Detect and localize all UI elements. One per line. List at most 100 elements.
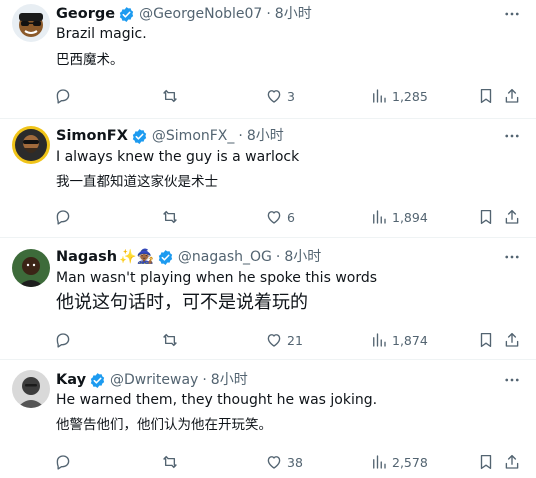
repost-button[interactable] [161, 207, 183, 227]
tweet-header: SimonFX @SimonFX_ · 8小时 [56, 126, 284, 146]
timestamp[interactable]: 8小时 [275, 4, 312, 24]
bookmark-icon [480, 88, 492, 104]
like-button[interactable]: 6 [265, 207, 295, 227]
tweet-text: Man wasn't playing when he spoke this wo… [56, 270, 378, 286]
like-count: 21 [287, 332, 303, 348]
view-count: 1,285 [392, 88, 428, 104]
tweet-george[interactable]: George @GeorgeNoble07 · 8小时 Brazil magic… [0, 0, 536, 118]
share-button[interactable] [503, 207, 521, 227]
like-icon [267, 334, 281, 347]
more-icon [505, 12, 519, 16]
share-icon [505, 209, 519, 224]
share-icon [505, 88, 519, 103]
user-handle[interactable]: @GeorgeNoble07 [139, 4, 262, 24]
bookmark-button[interactable] [477, 452, 495, 472]
tweet-header: Kay @Dwriteway · 8小时 [56, 370, 248, 390]
tweet-kay[interactable]: Kay @Dwriteway · 8小时 He warned them, the… [0, 360, 536, 478]
bookmark-button[interactable] [477, 330, 495, 350]
like-count: 38 [287, 454, 303, 470]
reply-button[interactable] [54, 330, 76, 350]
tweet-text: He warned them, they thought he was joki… [56, 392, 378, 408]
user-handle[interactable]: @Dwriteway [110, 370, 198, 390]
repost-icon [163, 333, 177, 347]
more-icon [505, 255, 519, 259]
more-options-button[interactable] [502, 247, 522, 267]
user-handle[interactable]: @SimonFX_ [152, 126, 235, 146]
reply-button[interactable] [54, 207, 76, 227]
avatar[interactable] [12, 370, 50, 408]
timestamp[interactable]: 8小时 [247, 126, 284, 146]
user-handle[interactable]: @nagash_OG [178, 247, 272, 267]
repost-button[interactable] [161, 86, 183, 106]
reply-icon [56, 89, 70, 104]
reply-icon [56, 455, 70, 470]
views-button[interactable]: 1,874 [370, 330, 428, 350]
more-options-button[interactable] [502, 370, 522, 390]
bookmark-button[interactable] [477, 86, 495, 106]
reply-button[interactable] [54, 452, 76, 472]
tweet-header: George @GeorgeNoble07 · 8小时 [56, 4, 312, 24]
separator-dot: · [202, 372, 207, 388]
more-icon [505, 378, 519, 382]
view-count: 1,874 [392, 332, 428, 348]
views-button[interactable]: 1,894 [370, 207, 428, 227]
reply-button[interactable] [54, 86, 76, 106]
translated-text: 巴西魔术。 [56, 52, 124, 68]
avatar[interactable] [12, 126, 50, 164]
tweet-text: Brazil magic. [56, 26, 147, 42]
avatar[interactable] [12, 4, 50, 42]
avatar[interactable] [12, 249, 50, 287]
more-options-button[interactable] [502, 4, 522, 24]
translated-text: 我一直都知道这家伙是术士 [56, 174, 218, 190]
like-count: 6 [287, 209, 295, 225]
share-button[interactable] [503, 86, 521, 106]
translated-text: 他警告他们，他们认为他在开玩笑。 [56, 417, 272, 433]
display-name[interactable]: SimonFX [56, 126, 128, 146]
repost-icon [163, 210, 177, 224]
display-name[interactable]: Kay [56, 370, 86, 390]
views-icon [373, 333, 386, 347]
verified-badge-icon [158, 249, 173, 265]
share-button[interactable] [503, 330, 521, 350]
share-icon [505, 454, 519, 469]
repost-button[interactable] [161, 452, 183, 472]
view-count: 2,578 [392, 454, 428, 470]
repost-button[interactable] [161, 330, 183, 350]
like-button[interactable]: 3 [265, 86, 295, 106]
more-options-button[interactable] [502, 126, 522, 146]
like-count: 3 [287, 88, 295, 104]
display-name[interactable]: George [56, 4, 115, 24]
timestamp[interactable]: 8小时 [211, 370, 248, 390]
views-icon [373, 210, 386, 224]
more-icon [505, 134, 519, 138]
share-icon [505, 332, 519, 347]
like-icon [267, 211, 281, 224]
timestamp[interactable]: 8小时 [284, 247, 321, 267]
like-button[interactable]: 21 [265, 330, 303, 350]
tweet-simonfx[interactable]: SimonFX @SimonFX_ · 8小时 I always knew th… [0, 119, 536, 237]
bookmark-icon [480, 332, 492, 348]
tweet-header: Nagash ✨🧙🏾 @nagash_OG · 8小时 [56, 247, 321, 267]
share-button[interactable] [503, 452, 521, 472]
tweet-nagash[interactable]: Nagash ✨🧙🏾 @nagash_OG · 8小时 Man wasn't p… [0, 238, 536, 359]
separator-dot: · [266, 6, 271, 22]
bookmark-icon [480, 454, 492, 470]
verified-badge-icon [119, 6, 134, 22]
views-button[interactable]: 2,578 [370, 452, 428, 472]
views-icon [373, 89, 386, 103]
separator-dot: · [238, 128, 243, 144]
like-button[interactable]: 38 [265, 452, 303, 472]
like-icon [267, 456, 281, 469]
reply-icon [56, 210, 70, 225]
views-button[interactable]: 1,285 [370, 86, 428, 106]
bookmark-button[interactable] [477, 207, 495, 227]
views-icon [373, 455, 386, 469]
name-emoji: ✨🧙🏾 [119, 249, 154, 265]
translated-text: 他说这句话时，可不是说着玩的 [56, 292, 308, 313]
tweet-text: I always knew the guy is a warlock [56, 149, 300, 165]
repost-icon [163, 89, 177, 103]
repost-icon [163, 455, 177, 469]
like-icon [267, 90, 281, 103]
verified-badge-icon [90, 372, 105, 388]
display-name[interactable]: Nagash [56, 247, 117, 267]
